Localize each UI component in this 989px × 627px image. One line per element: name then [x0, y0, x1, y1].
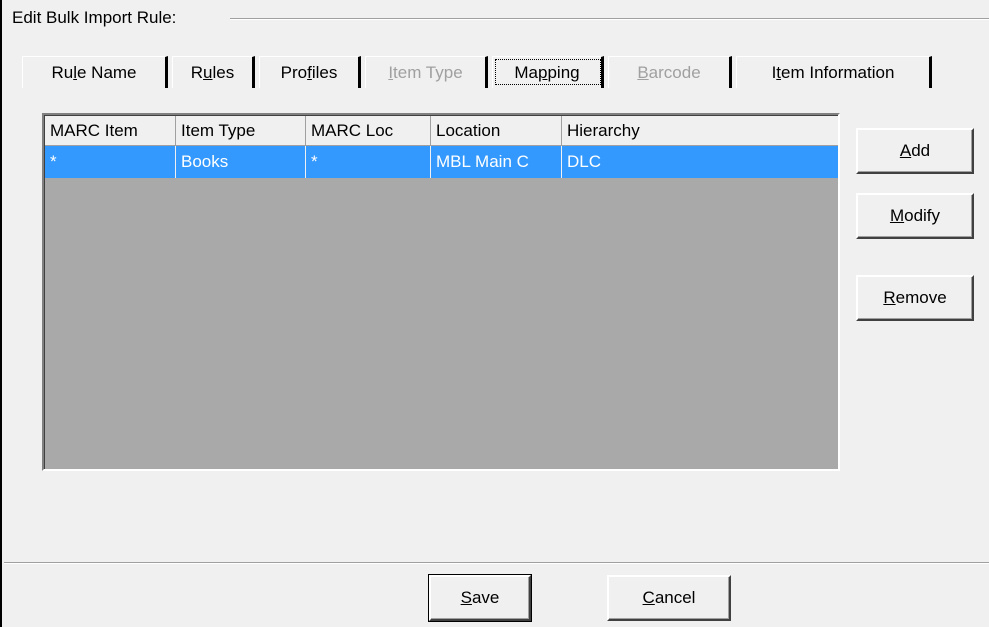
button-label: ave [471, 588, 500, 607]
cell-marc-loc: * [306, 146, 431, 178]
tab-profiles[interactable]: Pro f iles [259, 56, 361, 88]
save-button[interactable]: Save [428, 574, 532, 622]
tab-strip: Ru l e Name Ru les Pro f iles Item Type Ma p pi… [22, 56, 936, 92]
tab-label: Ru [51, 62, 74, 82]
column-header-hierarchy[interactable]: Hierarchy [562, 116, 838, 146]
tab-label: iles [311, 62, 338, 82]
column-header-marc-item[interactable]: MARC Item [45, 116, 176, 146]
column-header-marc-loc[interactable]: MARC Loc [306, 116, 431, 146]
list-header: MARC Item Item Type MARC Loc Location Hi… [45, 116, 838, 146]
edit-bulk-import-rule-dialog: Edit Bulk Import Rule: Ru l e Name Ru les P… [0, 0, 989, 627]
cell-item-type: Books [176, 146, 306, 178]
tab-item-information[interactable]: It em Information [736, 56, 932, 88]
tab-label: tem Type [393, 62, 463, 82]
add-button[interactable]: Add [856, 128, 974, 174]
tab-label: Ma [514, 62, 538, 82]
tab-rule-name[interactable]: Ru l e Name [22, 56, 168, 88]
tab-mapping[interactable]: Ma p ping [492, 56, 604, 88]
tab-label: les [212, 62, 235, 82]
tab-label: arcode [648, 62, 701, 82]
button-label: emove [895, 288, 947, 307]
tab-label: Pro [280, 62, 308, 82]
cell-location: MBL Main C [431, 146, 562, 178]
tab-label: ping [547, 62, 580, 82]
modify-button[interactable]: Modify [856, 193, 974, 239]
button-label: dd [911, 141, 931, 160]
list-view-client: MARC Item Item Type MARC Loc Location Hi… [44, 115, 838, 469]
tab-rules[interactable]: Ru les [172, 56, 255, 88]
footer-separator [4, 562, 989, 564]
column-header-item-type[interactable]: Item Type [176, 116, 306, 146]
button-mnemonic: S [460, 588, 472, 607]
group-title: Edit Bulk Import Rule: [12, 8, 181, 28]
cancel-button[interactable]: Cancel [607, 575, 731, 621]
tab-label: R [190, 62, 204, 82]
button-mnemonic: A [899, 141, 912, 160]
tab-label: em Information [781, 62, 895, 82]
button-mnemonic: C [642, 588, 655, 607]
cell-hierarchy: DLC [567, 152, 602, 171]
button-label: ancel [654, 588, 696, 607]
tab-label-mnemonic: B [637, 62, 649, 82]
mapping-tab-panel: MARC Item Item Type MARC Loc Location Hi… [22, 92, 987, 562]
tab-label-mnemonic: p [538, 62, 548, 82]
cell-marc-item: * [45, 146, 176, 178]
mapping-list-view[interactable]: MARC Item Item Type MARC Loc Location Hi… [42, 113, 840, 471]
tab-item-type[interactable]: Item Type [365, 56, 488, 88]
button-label: odify [904, 206, 941, 225]
button-mnemonic: R [883, 288, 896, 307]
tab-label-mnemonic: u [203, 62, 213, 82]
table-row[interactable]: * Books * MBL Main C DLC [45, 146, 838, 178]
remove-button[interactable]: Remove [856, 275, 974, 321]
column-header-location[interactable]: Location [431, 116, 562, 146]
button-mnemonic: M [889, 206, 905, 225]
tab-label: e Name [76, 62, 137, 82]
group-box-line [230, 18, 989, 20]
tab-barcode[interactable]: Barcode [608, 56, 732, 88]
